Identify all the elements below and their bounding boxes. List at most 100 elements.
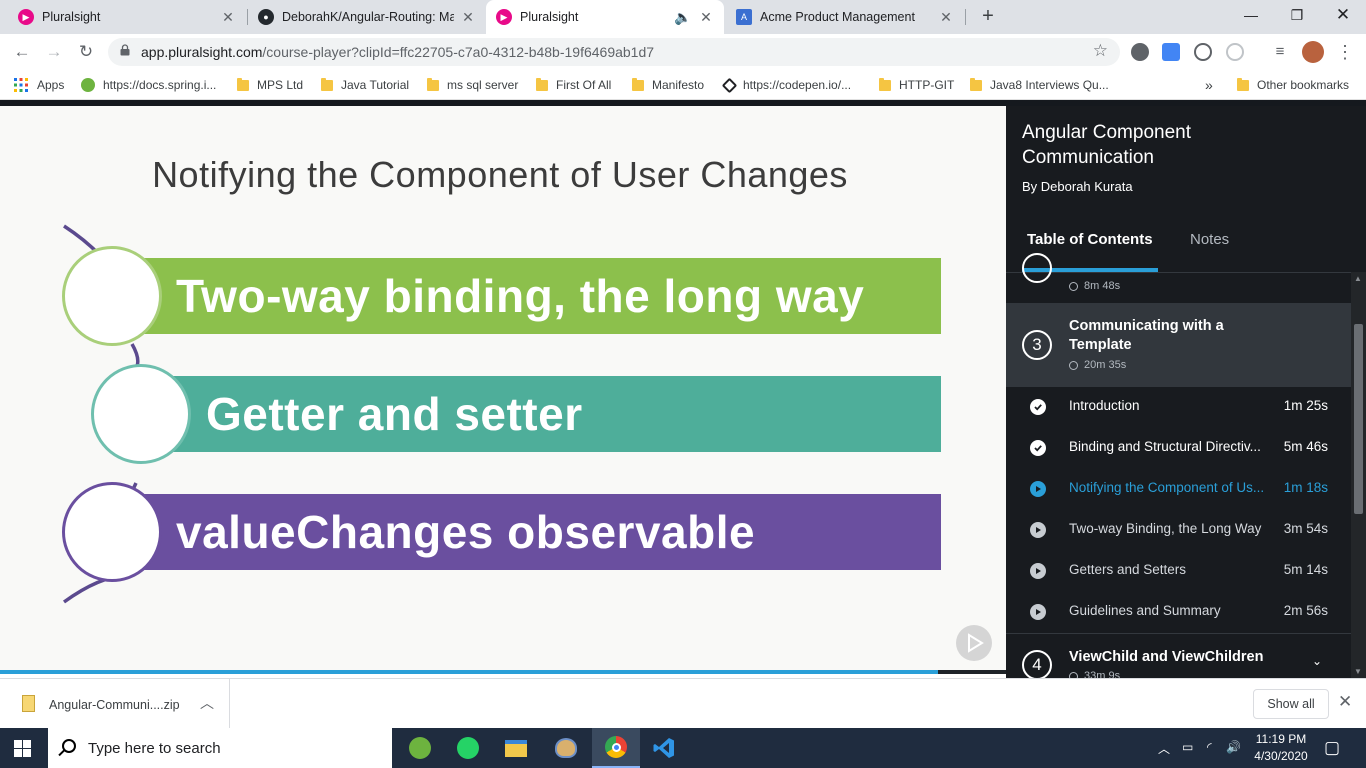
bookmark-label: Manifesto: [652, 78, 705, 92]
menu-kebab-icon[interactable]: ⋮: [1333, 40, 1357, 64]
minimize-button[interactable]: —: [1228, 0, 1274, 30]
media-control-icon[interactable]: ≡: [1268, 40, 1292, 64]
tab-github[interactable]: ● DeborahK/Angular-Routing: Mat ✕: [248, 0, 486, 34]
tab-table-of-contents[interactable]: Table of Contents: [1027, 231, 1153, 248]
taskbar-app-spring[interactable]: [396, 728, 444, 768]
tab-acme[interactable]: A Acme Product Management ✕: [726, 0, 964, 34]
play-circle-icon: [1030, 604, 1046, 620]
tab-pluralsight-active[interactable]: ▶ Pluralsight 🔈 ✕: [486, 0, 724, 34]
windows-taskbar: Type here to search ︿ ▭ ◜ 🔊 11:19 PM 4/3…: [0, 728, 1366, 768]
folder-icon: [536, 77, 548, 91]
taskbar-app-whatsapp[interactable]: [444, 728, 492, 768]
clip-title: Two-way Binding, the Long Way: [1069, 521, 1262, 536]
folder-icon: [1237, 77, 1249, 91]
folder-icon: [970, 77, 982, 91]
bookmark-http-git[interactable]: HTTP-GIT: [879, 76, 954, 94]
tab-pluralsight-1[interactable]: ▶ Pluralsight ✕: [8, 0, 246, 34]
clip-item[interactable]: Two-way Binding, the Long Way 3m 54s: [1006, 509, 1351, 550]
clip-title: Notifying the Component of Us...: [1069, 480, 1265, 495]
bookmark-other[interactable]: Other bookmarks: [1237, 76, 1349, 94]
tab-notes[interactable]: Notes: [1190, 231, 1229, 248]
vscode-icon: [653, 738, 674, 758]
window-close-button[interactable]: ✕: [1320, 0, 1366, 30]
notification-center-icon[interactable]: ▢: [1324, 738, 1340, 758]
course-title: Angular Component Communication: [1022, 122, 1191, 168]
url-path: /course-player?clipId=ffc22705-c7a0-4312…: [262, 44, 655, 60]
forward-button[interactable]: →: [42, 40, 66, 64]
battery-icon[interactable]: ▭: [1182, 740, 1193, 754]
clip-item[interactable]: Getters and Setters 5m 14s: [1006, 550, 1351, 591]
module-4[interactable]: 4 ViewChild and ViewChildren 33m 9s ⌄: [1006, 634, 1351, 678]
url-text: app.pluralsight.com/course-player?clipId…: [141, 44, 654, 60]
close-icon[interactable]: ✕: [220, 9, 236, 26]
chevron-up-icon[interactable]: ︿: [200, 693, 214, 713]
play-circle-icon: [1030, 522, 1046, 538]
restore-button[interactable]: ❐: [1274, 0, 1320, 30]
speaker-icon[interactable]: 🔈: [674, 9, 691, 26]
close-icon[interactable]: ✕: [1338, 692, 1352, 712]
avatar[interactable]: [1302, 41, 1324, 63]
bookmark-star-icon[interactable]: ☆: [1093, 41, 1108, 61]
reload-button[interactable]: ↻: [74, 40, 98, 64]
tray-chevron-up-icon[interactable]: ︿: [1158, 740, 1170, 757]
scrollbar-thumb[interactable]: [1354, 324, 1363, 514]
windows-start-icon[interactable]: [14, 740, 31, 757]
slide-item-circle-2: [91, 364, 191, 464]
back-button[interactable]: ←: [10, 40, 34, 64]
bookmark-label: https://codepen.io/...: [743, 78, 852, 92]
show-all-button[interactable]: Show all: [1253, 689, 1329, 719]
bookmark-ms-sql[interactable]: ms sql server: [427, 76, 518, 94]
taskbar-app-vscode[interactable]: [640, 728, 688, 768]
bookmark-first-of-all[interactable]: First Of All: [536, 76, 611, 94]
clip-duration: 5m 46s: [1283, 439, 1328, 454]
translate-icon[interactable]: [1162, 43, 1180, 61]
scroll-up-icon[interactable]: ▲: [1354, 274, 1362, 283]
bookmark-spring[interactable]: https://docs.spring.i...: [81, 76, 216, 94]
clip-item[interactable]: Guidelines and Summary 2m 56s: [1006, 591, 1351, 632]
slide-item-bar-3: valueChanges observable: [112, 494, 941, 570]
paint-icon: [555, 738, 577, 758]
chevron-down-icon[interactable]: ⌄: [1312, 654, 1322, 668]
whatsapp-icon: [457, 737, 479, 759]
module-duration: 33m 9s: [1069, 670, 1120, 678]
bookmark-mps-ltd[interactable]: MPS Ltd: [237, 76, 303, 94]
taskbar-app-chrome[interactable]: [592, 728, 640, 768]
clip-item[interactable]: Introduction 1m 25s: [1006, 386, 1351, 427]
volume-icon[interactable]: 🔊: [1226, 740, 1241, 754]
play-overlay-button[interactable]: [956, 625, 992, 661]
new-tab-button[interactable]: +: [976, 4, 1000, 28]
wifi-icon[interactable]: ◜: [1207, 740, 1212, 754]
url-host: app.pluralsight.com: [141, 44, 263, 60]
module-2[interactable]: 8m 48s: [1006, 253, 1351, 303]
bookmark-manifesto[interactable]: Manifesto: [632, 76, 704, 94]
close-icon[interactable]: ✕: [698, 9, 714, 26]
bookmark-label: Java Tutorial: [341, 78, 410, 92]
bookmark-java8-interviews[interactable]: Java8 Interviews Qu...: [970, 76, 1109, 94]
downloads-bar: Angular-Communi....zip ︿ Show all ✕: [0, 678, 1366, 729]
taskbar-clock[interactable]: 11:19 PM 4/30/2020: [1246, 731, 1316, 765]
lock-icon: [120, 44, 130, 56]
extension-face-icon[interactable]: [1226, 43, 1244, 61]
extension-code-icon[interactable]: [1194, 43, 1212, 61]
bookmark-java-tutorial[interactable]: Java Tutorial: [321, 76, 409, 94]
github-icon: ●: [258, 9, 274, 25]
taskbar-app-explorer[interactable]: [492, 728, 540, 768]
taskbar-app-paint[interactable]: [542, 728, 590, 768]
folder-icon: [427, 77, 439, 91]
clip-item[interactable]: Binding and Structural Directiv... 5m 46…: [1006, 427, 1351, 468]
clip-item-current[interactable]: Notifying the Component of Us... 1m 18s: [1006, 468, 1351, 509]
module-3[interactable]: 3 Communicating with a Template 20m 35s: [1006, 303, 1351, 387]
close-icon[interactable]: ✕: [938, 9, 954, 26]
close-icon[interactable]: ✕: [460, 9, 476, 26]
bookmarks-overflow-button[interactable]: »: [1205, 76, 1213, 94]
module-duration-text: 20m 35s: [1084, 359, 1127, 371]
extension-moon-icon[interactable]: [1131, 43, 1149, 61]
bookmark-codepen[interactable]: https://codepen.io/...: [721, 76, 852, 94]
video-slide[interactable]: Notifying the Component of User Changes …: [0, 106, 1006, 672]
scroll-down-icon[interactable]: ▼: [1354, 667, 1362, 676]
taskbar-search-box[interactable]: Type here to search: [48, 728, 392, 768]
download-item[interactable]: Angular-Communi....zip ︿: [0, 679, 230, 729]
bookmark-apps[interactable]: Apps: [14, 76, 64, 94]
address-bar[interactable]: app.pluralsight.com/course-player?clipId…: [108, 38, 1120, 66]
sidebar-scrollbar[interactable]: ▲ ▼: [1351, 272, 1366, 678]
